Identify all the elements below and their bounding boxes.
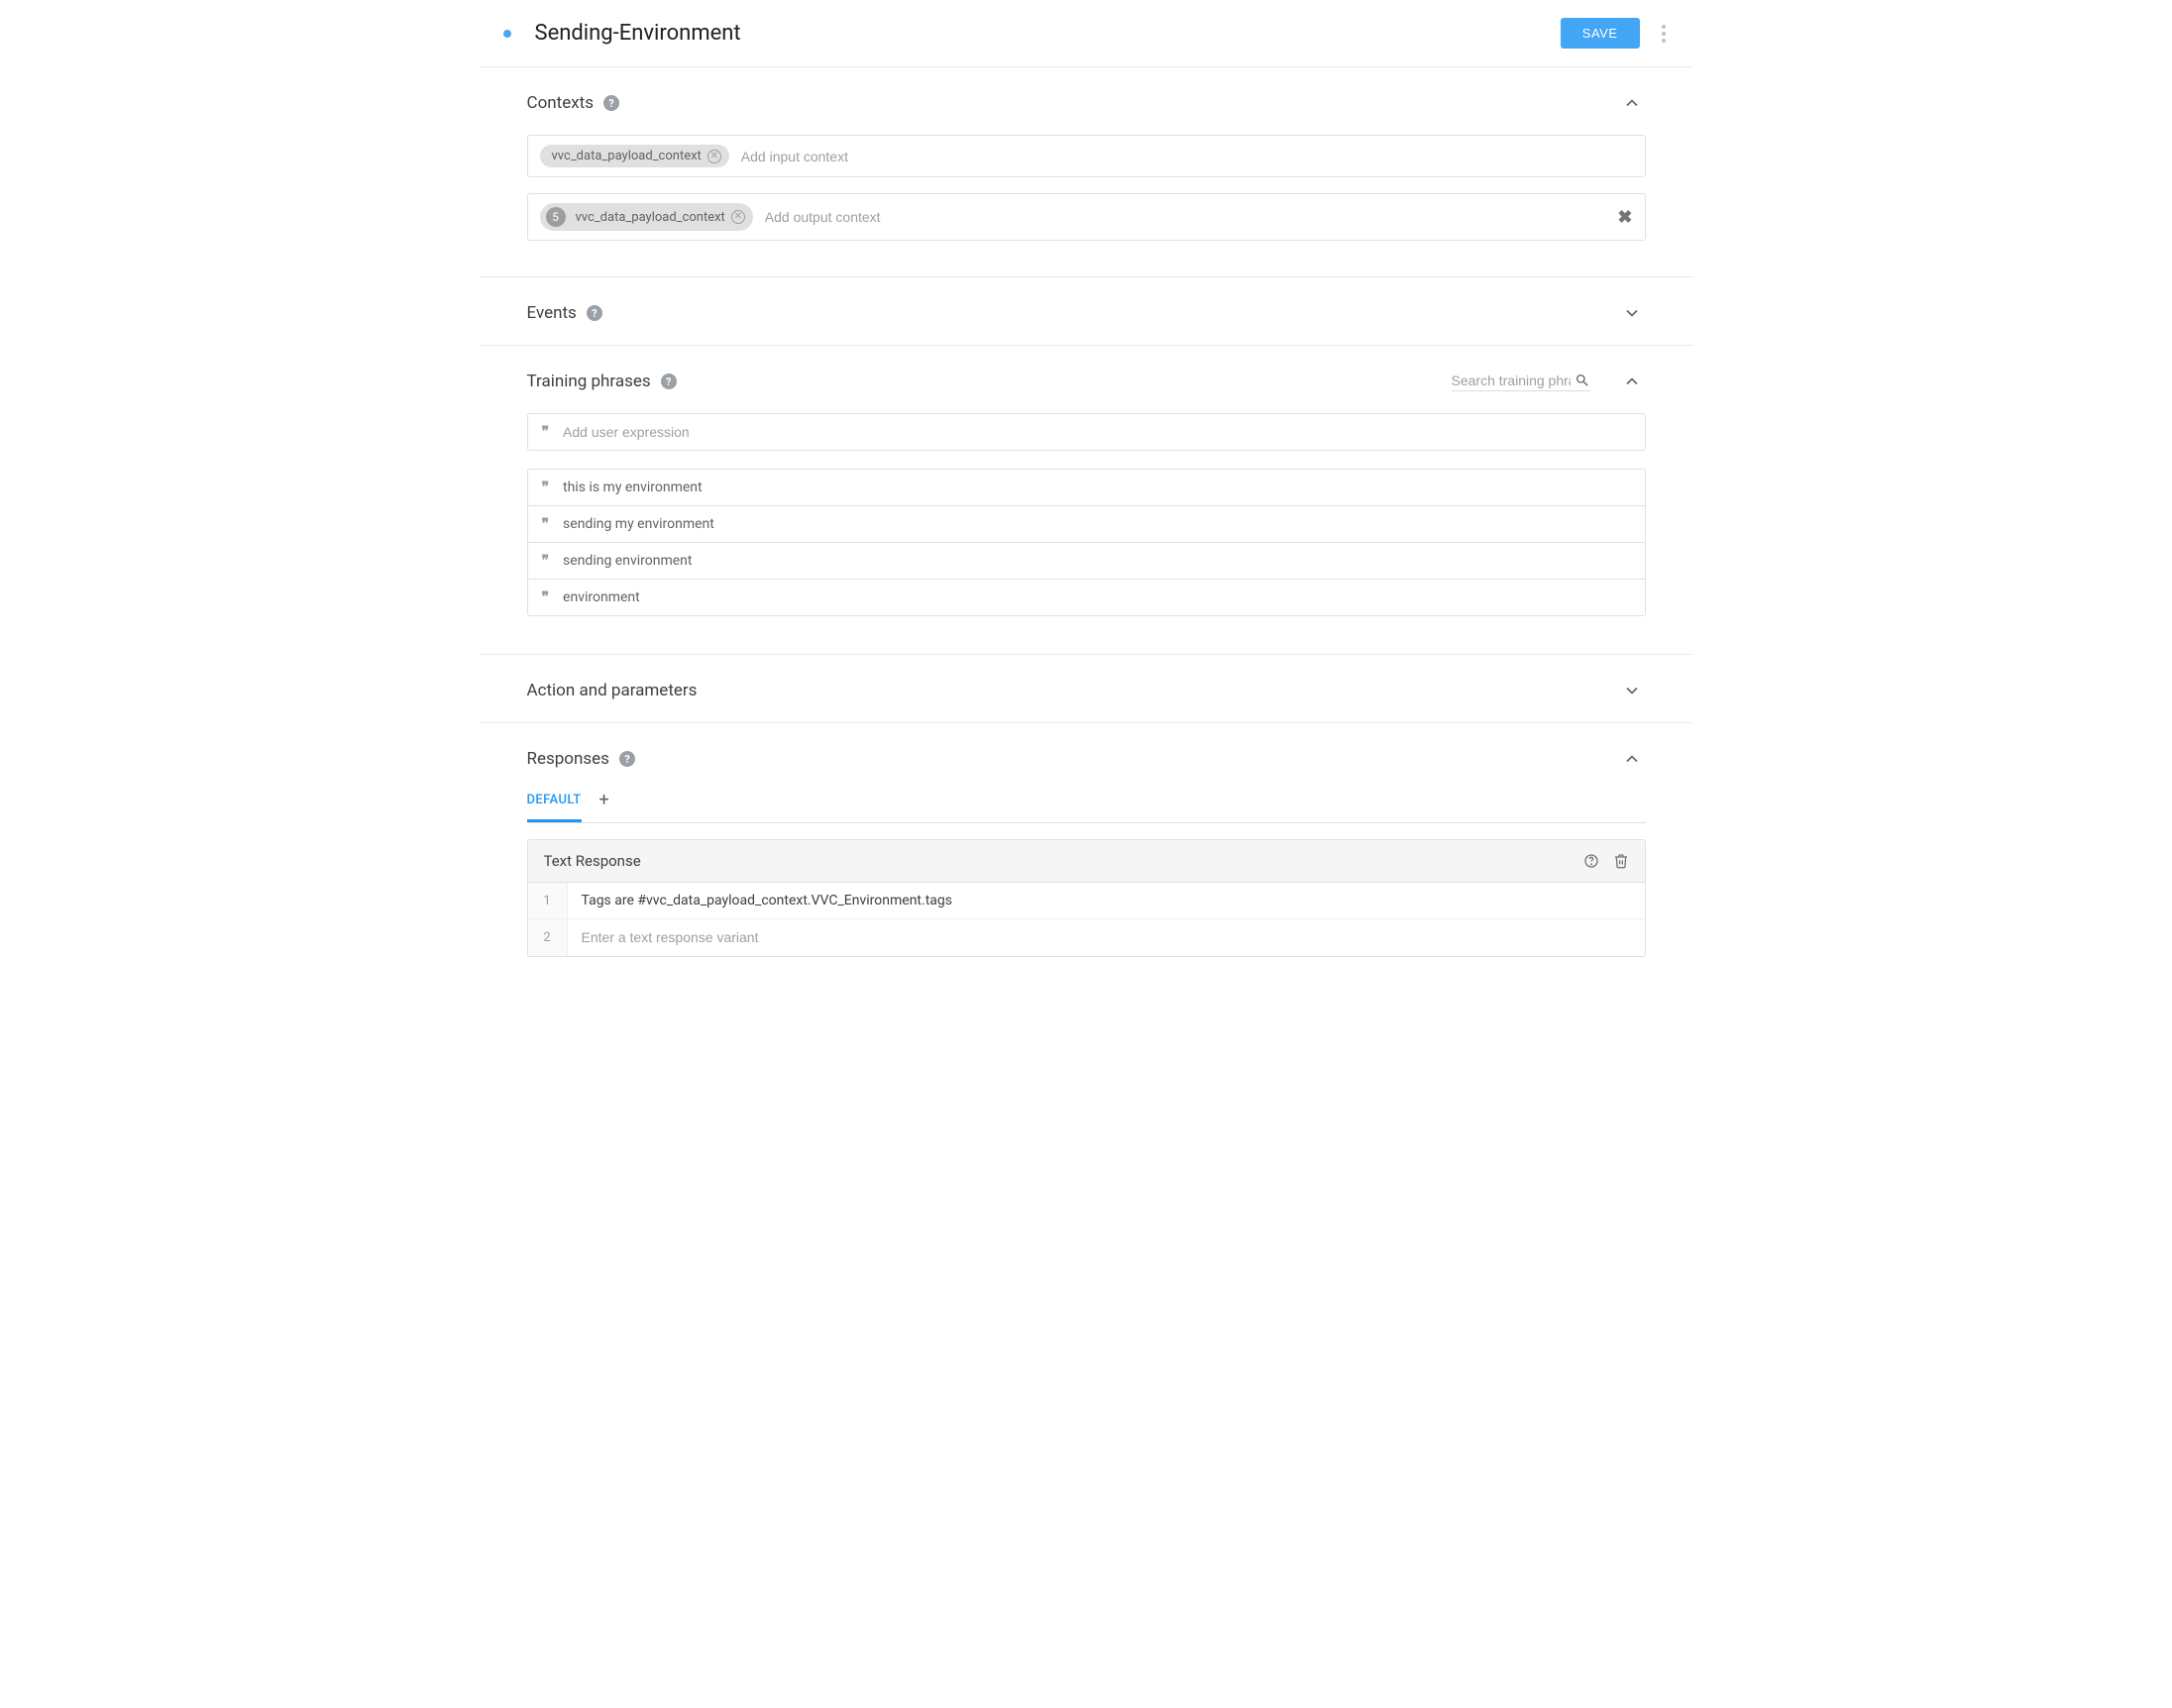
chip-label: vvc_data_payload_context — [552, 149, 702, 163]
quote-icon: ❞ — [542, 424, 550, 440]
action-title: Action and parameters — [527, 681, 698, 700]
lifespan-badge[interactable]: 5 — [546, 207, 566, 227]
phrase-text[interactable]: sending environment — [563, 553, 692, 569]
response-input[interactable] — [582, 929, 1631, 945]
events-title: Events — [527, 303, 577, 323]
chevron-down-icon[interactable] — [1618, 299, 1646, 327]
tab-default[interactable]: DEFAULT — [527, 783, 582, 822]
intent-title[interactable]: Sending-Environment — [535, 21, 1561, 46]
chip-remove-icon[interactable]: ✕ — [731, 210, 745, 224]
responses-title: Responses — [527, 749, 609, 769]
response-row-number: 2 — [528, 919, 568, 956]
phrase-text[interactable]: this is my environment — [563, 480, 703, 495]
search-icon[interactable] — [1575, 373, 1590, 388]
chevron-down-icon[interactable] — [1618, 677, 1646, 704]
help-icon[interactable]: ? — [603, 95, 619, 111]
add-phrase-input[interactable] — [563, 424, 1630, 440]
input-context-chip[interactable]: vvc_data_payload_context ✕ — [540, 145, 729, 167]
training-phrase-row[interactable]: ❞ environment — [528, 580, 1645, 615]
clear-output-context-icon[interactable]: ✖ — [1617, 207, 1632, 228]
chevron-up-icon[interactable] — [1618, 745, 1646, 773]
response-row-number: 1 — [528, 883, 568, 918]
phrase-text[interactable]: environment — [563, 589, 640, 605]
intent-status-dot — [503, 30, 511, 38]
more-menu-icon[interactable] — [1658, 21, 1670, 47]
chip-remove-icon[interactable]: ✕ — [707, 150, 721, 163]
chip-label: vvc_data_payload_context — [576, 210, 725, 225]
save-button[interactable]: SAVE — [1561, 18, 1640, 49]
page-header: Sending-Environment SAVE — [480, 0, 1693, 67]
events-header[interactable]: Events ? — [527, 277, 1646, 345]
output-context-input[interactable] — [765, 209, 1606, 225]
help-icon[interactable] — [1583, 853, 1599, 869]
training-search[interactable] — [1452, 373, 1590, 391]
text-response-title: Text Response — [544, 852, 641, 870]
chevron-up-icon[interactable] — [1618, 89, 1646, 117]
contexts-header: Contexts ? — [527, 67, 1646, 135]
contexts-title: Contexts — [527, 93, 595, 113]
help-icon[interactable]: ? — [619, 751, 635, 767]
text-response-card: Text Response 1 Tags are #vvc_data_paylo… — [527, 839, 1646, 957]
text-response-header: Text Response — [528, 840, 1645, 883]
quote-icon: ❞ — [542, 589, 550, 605]
search-input[interactable] — [1452, 373, 1571, 388]
output-context-field[interactable]: 5 vvc_data_payload_context ✕ ✖ — [527, 193, 1646, 241]
chevron-up-icon[interactable] — [1618, 368, 1646, 395]
trash-icon[interactable] — [1613, 853, 1629, 869]
help-icon[interactable]: ? — [661, 374, 677, 389]
training-phrase-row[interactable]: ❞ sending environment — [528, 543, 1645, 580]
add-phrase-row[interactable]: ❞ — [527, 413, 1646, 451]
action-header[interactable]: Action and parameters — [527, 655, 1646, 722]
training-header: Training phrases ? — [527, 346, 1646, 413]
output-context-chip[interactable]: 5 vvc_data_payload_context ✕ — [540, 203, 753, 231]
phrase-text[interactable]: sending my environment — [563, 516, 714, 532]
training-phrase-row[interactable]: ❞ this is my environment — [528, 470, 1645, 506]
quote-icon: ❞ — [542, 480, 550, 495]
training-phrase-row[interactable]: ❞ sending my environment — [528, 506, 1645, 543]
response-row[interactable]: 2 — [528, 919, 1645, 956]
response-row[interactable]: 1 Tags are #vvc_data_payload_context.VVC… — [528, 883, 1645, 919]
response-text[interactable]: Tags are #vvc_data_payload_context.VVC_E… — [568, 883, 1645, 918]
input-context-input[interactable] — [741, 149, 1633, 164]
response-input-wrap — [568, 919, 1645, 956]
input-context-field[interactable]: vvc_data_payload_context ✕ — [527, 135, 1646, 177]
responses-header: Responses ? — [527, 723, 1646, 783]
training-phrase-list: ❞ this is my environment ❞ sending my en… — [527, 469, 1646, 616]
response-tabs: DEFAULT + — [527, 783, 1646, 823]
add-tab-button[interactable]: + — [599, 790, 609, 816]
quote-icon: ❞ — [542, 553, 550, 569]
help-icon[interactable]: ? — [587, 305, 602, 321]
training-title: Training phrases — [527, 372, 651, 391]
quote-icon: ❞ — [542, 516, 550, 532]
